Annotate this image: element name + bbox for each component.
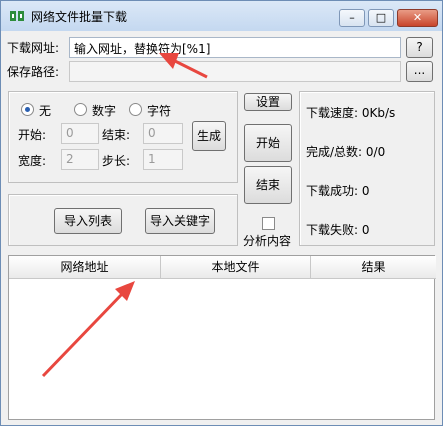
width-label: 宽度:	[18, 154, 47, 168]
start-button[interactable]: 开始	[244, 124, 292, 162]
url-label: 下载网址:	[7, 41, 60, 55]
radio-number-label: 数字	[92, 104, 117, 118]
close-button[interactable]: ✕	[397, 9, 438, 27]
column-result[interactable]: 结果	[311, 256, 436, 279]
settings-button[interactable]: 设置	[244, 93, 292, 111]
import-list-button[interactable]: 导入列表	[54, 208, 122, 234]
download-speed: 下载速度: 0Kb/s	[306, 106, 396, 120]
path-input[interactable]	[69, 61, 401, 82]
start-label: 开始:	[18, 128, 47, 142]
url-input[interactable]: 输入网址，替换符为[%1]	[69, 37, 401, 58]
width-input[interactable]: 2	[61, 149, 99, 170]
title-bar[interactable]: 网络文件批量下载 – □ ✕	[1, 1, 442, 31]
column-url[interactable]: 网络地址	[9, 256, 161, 279]
radio-number[interactable]	[74, 103, 87, 116]
maximize-button[interactable]: □	[368, 9, 394, 27]
column-local-file[interactable]: 本地文件	[161, 256, 311, 279]
analyze-checkbox[interactable]	[262, 217, 275, 230]
import-keyword-button[interactable]: 导入关键字	[145, 208, 215, 234]
path-label: 保存路径:	[7, 65, 60, 79]
download-success: 下载成功: 0	[306, 184, 370, 198]
stop-button[interactable]: 结束	[244, 166, 292, 204]
end-input[interactable]: 0	[143, 123, 183, 144]
minimize-button[interactable]: –	[339, 9, 365, 27]
radio-none-label: 无	[39, 104, 52, 118]
step-label: 步长:	[102, 154, 131, 168]
download-failed: 下载失败: 0	[306, 223, 370, 237]
done-total: 完成/总数: 0/0	[306, 145, 386, 159]
generate-button[interactable]: 生成	[192, 121, 226, 151]
end-label: 结束:	[102, 128, 131, 142]
radio-char-label: 字符	[147, 104, 172, 118]
step-input[interactable]: 1	[143, 149, 183, 170]
radio-char[interactable]	[129, 103, 142, 116]
app-icon	[10, 11, 24, 21]
analyze-label: 分析内容	[243, 234, 292, 248]
app-window: 网络文件批量下载 – □ ✕ 下载网址: 输入网址，替换符为[%1] ? 保存路…	[0, 0, 443, 426]
result-list[interactable]: 网络地址 本地文件 结果	[8, 255, 436, 420]
window-title: 网络文件批量下载	[31, 10, 128, 24]
radio-none[interactable]	[21, 103, 34, 116]
start-input[interactable]: 0	[61, 123, 99, 144]
browse-button[interactable]: ...	[406, 61, 433, 82]
help-button[interactable]: ?	[406, 37, 433, 58]
